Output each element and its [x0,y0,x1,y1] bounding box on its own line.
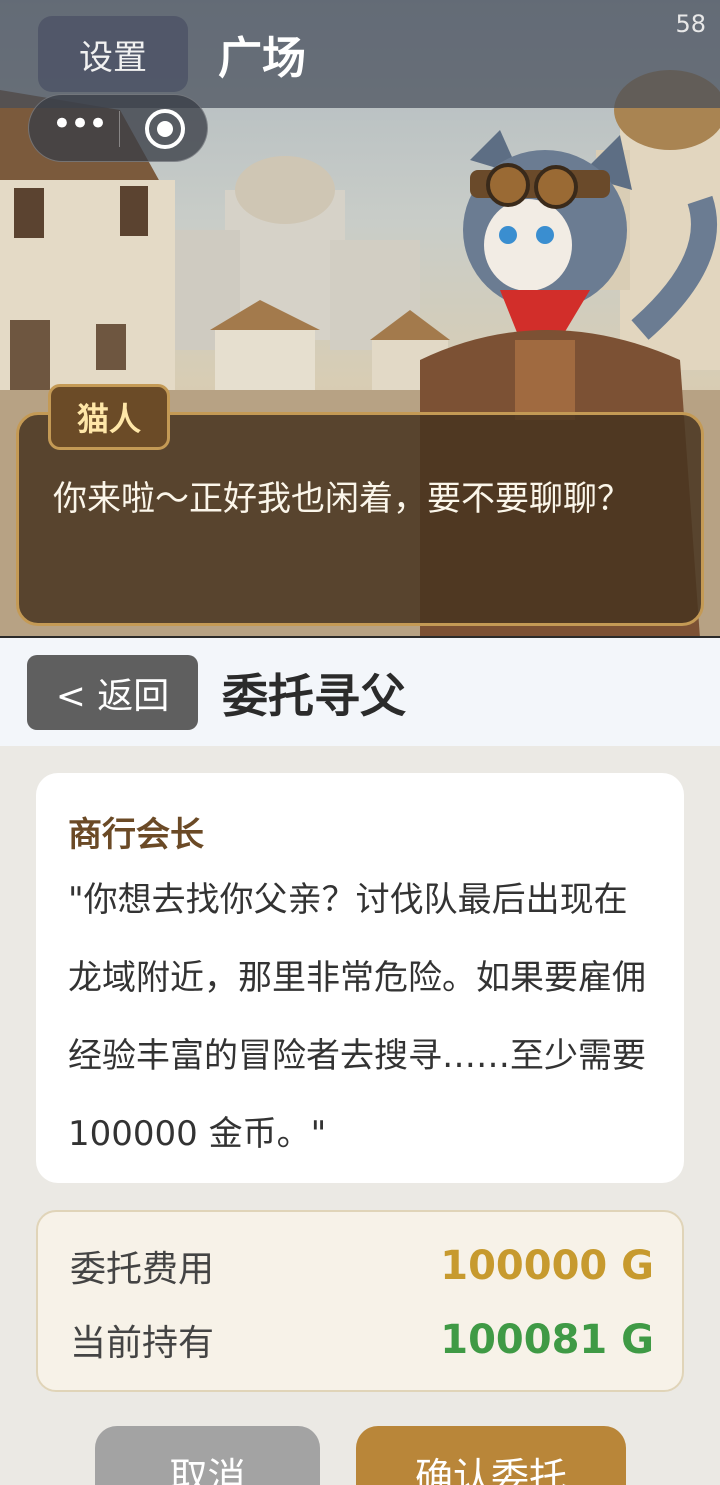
fps-counter: 58 [675,10,706,38]
quote-text: "你想去找你父亲？讨伐队最后出现在龙域附近，那里非常危险。如果要雇佣经验丰富的冒… [68,880,646,1154]
cost-label: 委托费用 [70,1249,215,1290]
more-icon[interactable]: ••• [51,107,108,143]
confirm-commission-button[interactable]: 确认委托 [356,1426,626,1485]
dialog-line: 你来啦～正好我也闲着，要不要聊聊？ [53,479,631,519]
quote-speaker: 商行会长 [68,815,204,855]
mini-program-capsule: ••• [28,94,208,162]
scene-title: 广场 [218,33,306,84]
held-row: 当前持有 100081 G [70,1310,654,1370]
held-label: 当前持有 [70,1323,215,1364]
npc-quote-card: 商行会长 "你想去找你父亲？讨伐队最后出现在龙域附近，那里非常危险。如果要雇佣经… [36,773,684,1183]
capsule-divider [119,111,120,147]
cost-summary: 委托费用 100000 G 当前持有 100081 G [36,1210,684,1392]
cancel-button[interactable]: 取消 [95,1426,320,1485]
close-target-icon[interactable] [145,109,185,149]
scene-view: 设置 广场 58 ••• 你来啦～正好我也闲着，要不要聊聊？ 猫人 [0,0,720,638]
held-value: 100081 G [440,1317,654,1363]
back-button[interactable]: < 返回 [27,655,198,730]
settings-button[interactable]: 设置 [38,16,188,92]
panel-header: < 返回 委托寻父 [0,638,720,746]
cost-value: 100000 G [440,1243,654,1289]
speaker-name-tag: 猫人 [48,384,171,450]
panel-title: 委托寻父 [222,669,406,723]
cost-row: 委托费用 100000 G [70,1236,654,1296]
